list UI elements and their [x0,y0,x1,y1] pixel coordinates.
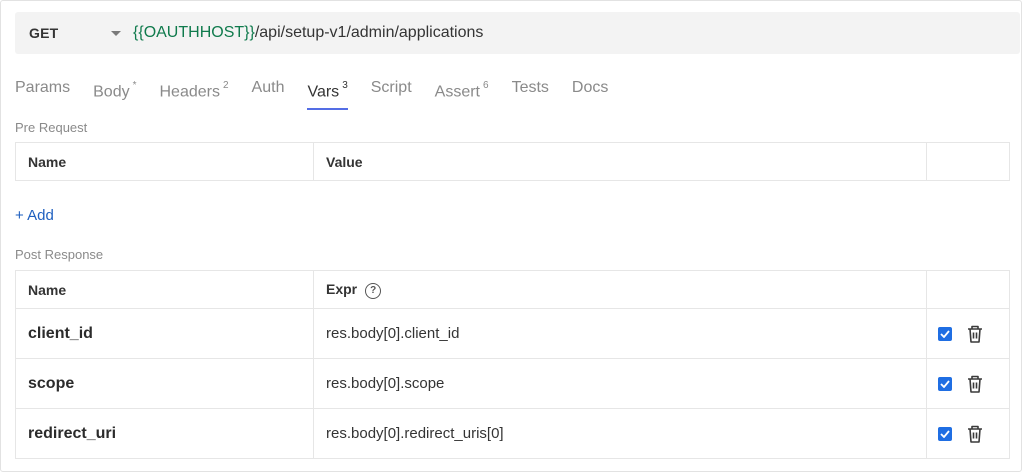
column-header-actions [926,270,1010,309]
tab-badge: 6 [483,80,489,91]
var-expr-cell[interactable]: res.body[0].redirect_uris[0] [313,408,927,459]
column-header-value: Value [313,142,927,181]
trash-icon[interactable] [966,424,984,444]
column-header-name: Name [15,270,314,309]
trash-icon[interactable] [966,374,984,394]
tab-tests[interactable]: Tests [512,74,549,110]
chevron-down-icon[interactable] [111,30,121,36]
tab-headers[interactable]: Headers 2 [160,74,229,110]
var-name-cell[interactable]: client_id [15,308,314,359]
pre-request-label: Pre Request [15,120,88,135]
trash-icon[interactable] [966,324,984,344]
table-row: scope res.body[0].scope [15,358,1010,409]
url-variable: {{OAUTHHOST}} [133,24,255,41]
column-header-name: Name [15,142,314,181]
table-row: redirect_uri res.body[0].redirect_uris[0… [15,408,1010,459]
row-actions [926,308,1010,359]
enabled-checkbox[interactable] [938,376,952,391]
enabled-checkbox[interactable] [938,326,952,341]
var-name-cell[interactable]: scope [15,358,314,409]
tab-vars[interactable]: Vars 3 [307,74,349,110]
url-bar[interactable]: GET {{OAUTHHOST}}/api/setup-v1/admin/app… [15,12,1020,54]
request-tabs: Params Body * Headers 2 Auth Vars 3 Script … [15,74,631,112]
enabled-checkbox[interactable] [938,426,952,441]
tab-assert[interactable]: Assert 6 [435,74,489,110]
tab-badge: 2 [222,80,229,91]
url-path: /api/setup-v1/admin/applications [254,24,484,41]
column-header-expr: Expr? [313,270,927,309]
tab-script[interactable]: Script [371,74,412,110]
post-response-table: Name Expr? client_id res.body[0].client_… [15,270,1010,459]
tab-auth[interactable]: Auth [252,74,285,110]
table-header-row: Name Expr? [15,270,1010,309]
row-actions [926,408,1010,459]
table-row: client_id res.body[0].client_id [15,308,1010,359]
help-icon[interactable]: ? [365,282,382,299]
tab-params[interactable]: Params [15,74,70,110]
method-selector[interactable]: GET [29,25,99,41]
table-header-row: Name Value [15,142,1010,181]
tab-badge: * [132,80,137,91]
post-response-label: Post Response [15,247,104,262]
tab-body[interactable]: Body * [93,74,136,110]
pre-request-table: Name Value [15,142,1010,181]
var-expr-cell[interactable]: res.body[0].scope [313,358,927,409]
tab-badge: 3 [342,80,348,91]
tab-docs[interactable]: Docs [572,74,608,110]
column-header-actions [926,142,1010,181]
url-input[interactable]: {{OAUTHHOST}}/api/setup-v1/admin/applica… [133,24,483,42]
row-actions [926,358,1010,409]
add-var-button[interactable]: + Add [15,207,54,224]
var-name-cell[interactable]: redirect_uri [15,408,314,459]
var-expr-cell[interactable]: res.body[0].client_id [313,308,927,359]
